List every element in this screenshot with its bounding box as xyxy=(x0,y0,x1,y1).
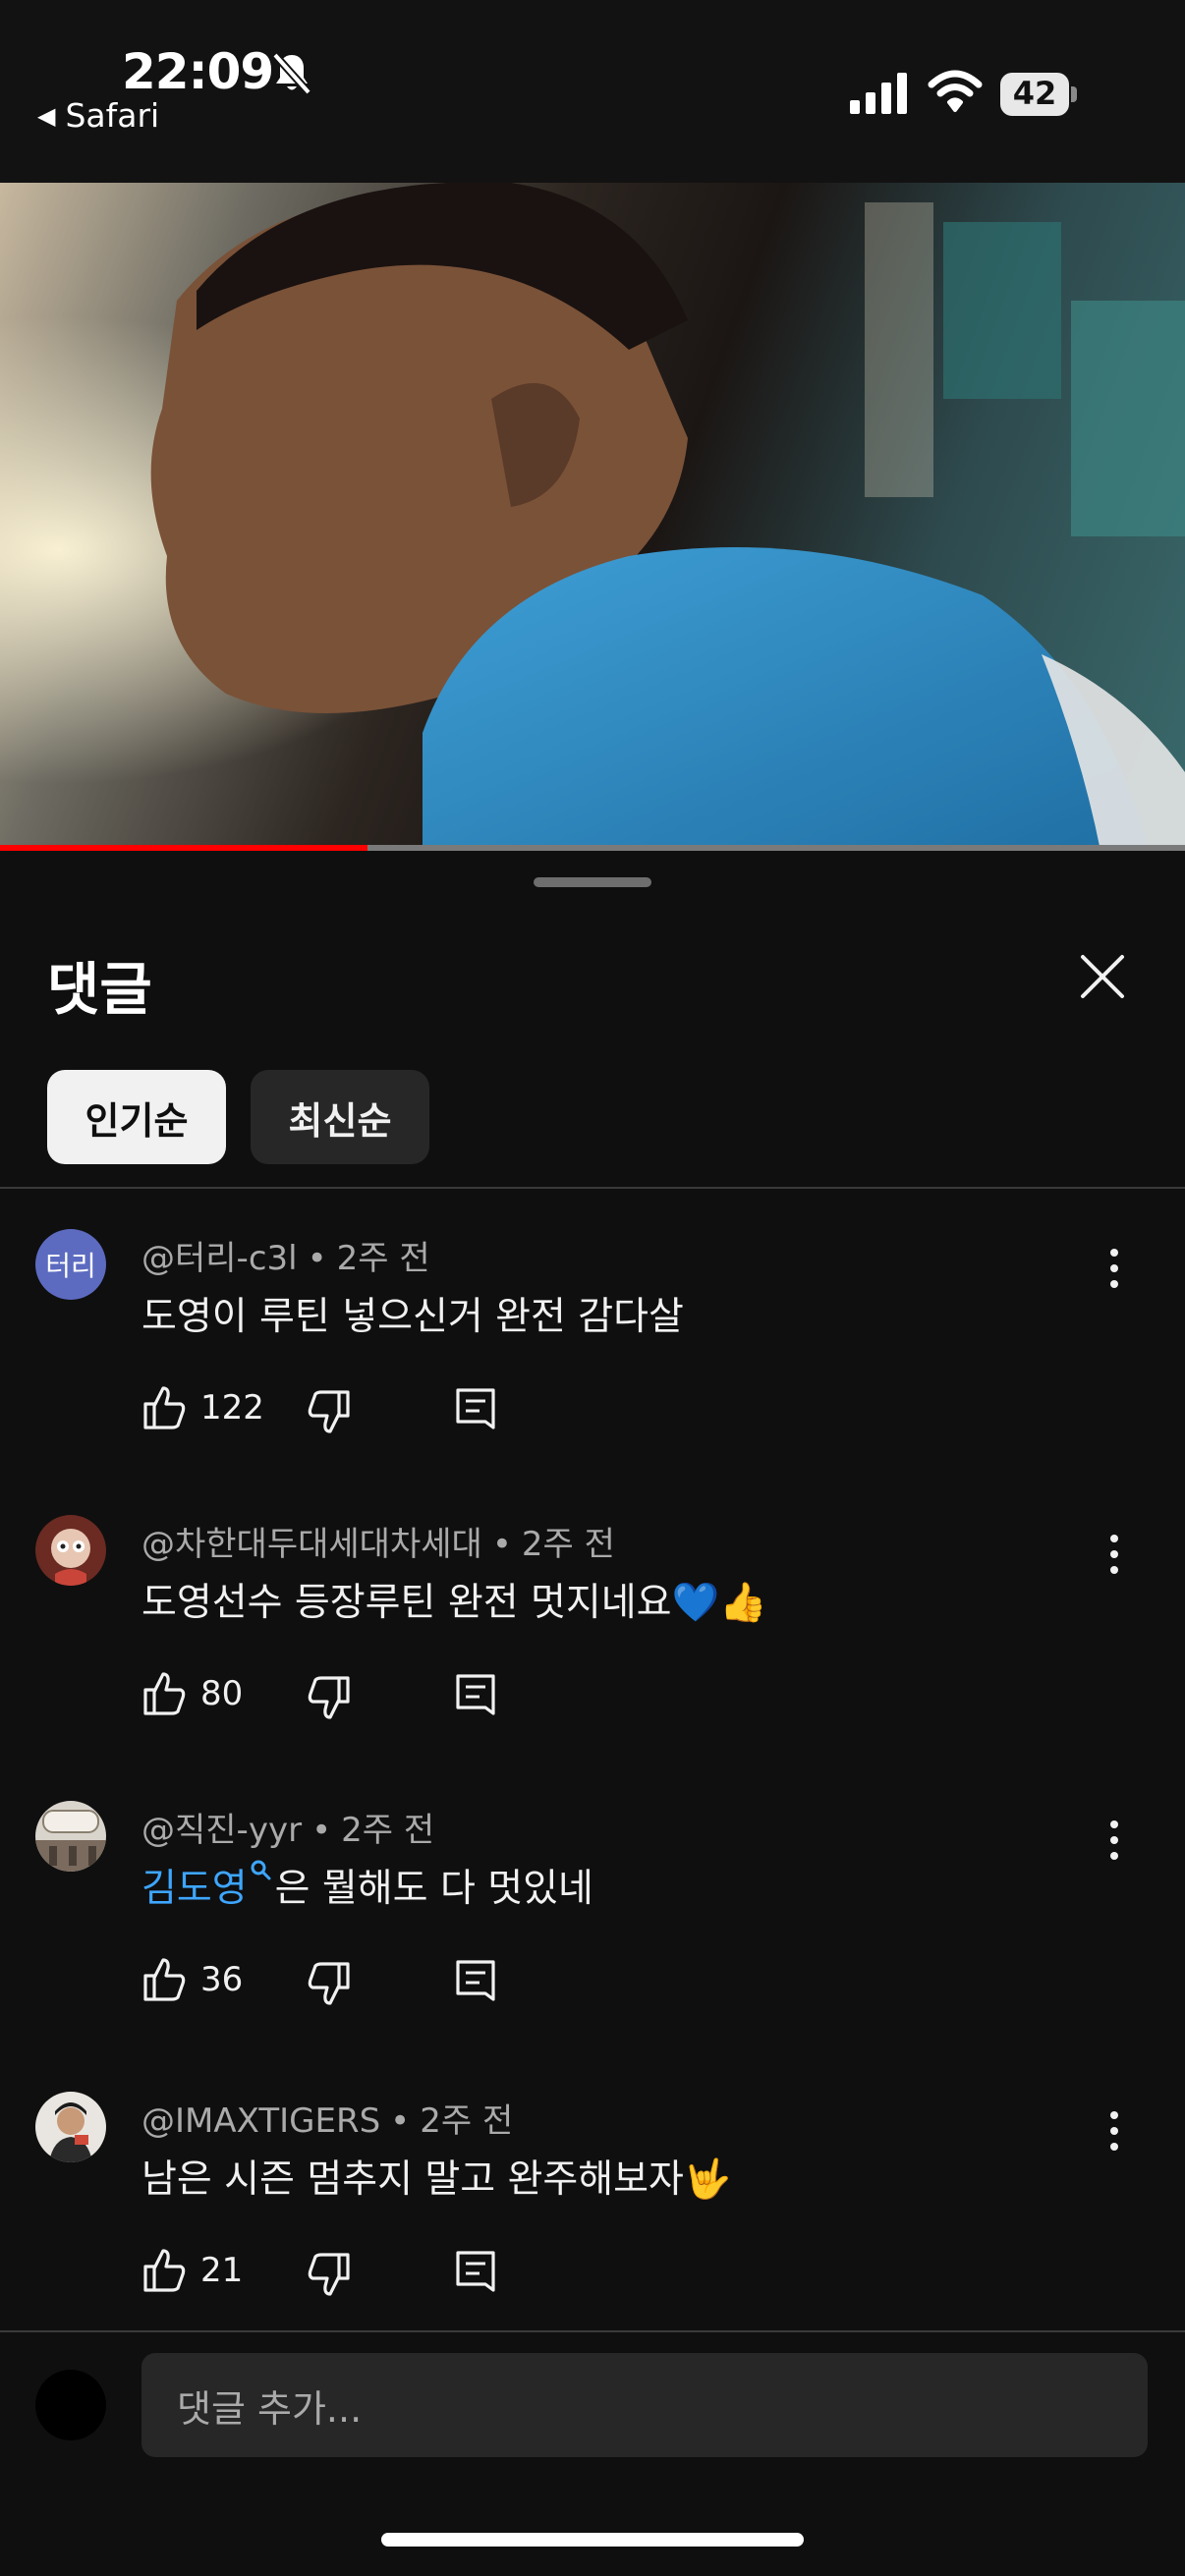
mention-link[interactable]: 김도영 xyxy=(141,1867,248,1911)
sort-tab-popular[interactable]: 인기순 xyxy=(47,1070,226,1164)
more-options-icon[interactable] xyxy=(1104,1245,1124,1292)
divider xyxy=(0,1187,1185,1189)
comment-time: 2주 전 xyxy=(336,1239,430,1278)
like-count: 80 xyxy=(200,1674,244,1713)
comment-time: 2주 전 xyxy=(521,1525,615,1564)
comment-text: 남은 시즌 멈추지 말고 완주해보자🤟 xyxy=(141,2157,732,2202)
comment-author[interactable]: @직진-yyr xyxy=(141,1811,302,1850)
like-count: 122 xyxy=(200,1388,264,1428)
avatar[interactable] xyxy=(35,1515,106,1586)
search-icon[interactable] xyxy=(250,1858,273,1887)
current-user-avatar[interactable] xyxy=(35,2370,106,2440)
dislike-icon[interactable] xyxy=(307,2249,352,2300)
like-count: 21 xyxy=(200,2251,244,2290)
back-triangle-icon: ◀ xyxy=(37,102,56,130)
comment-text: 도영이 루틴 넣으신거 완전 감다살 xyxy=(141,1295,684,1339)
like-icon[interactable] xyxy=(141,1382,187,1433)
avatar[interactable] xyxy=(35,2092,106,2162)
back-app-label: Safari xyxy=(65,96,160,135)
comment-author[interactable]: @터리-c3l xyxy=(141,1239,298,1278)
comment-time: 2주 전 xyxy=(341,1811,435,1850)
bell-slash-icon xyxy=(272,52,311,95)
reply-icon[interactable] xyxy=(454,1670,497,1721)
dislike-icon[interactable] xyxy=(307,1672,352,1723)
battery-icon: 42 xyxy=(1000,73,1079,116)
dislike-icon[interactable] xyxy=(307,1958,352,2009)
comment-text: 도영선수 등장루틴 완전 멋지네요💙👍 xyxy=(141,1581,767,1625)
add-comment-input[interactable]: 댓글 추가... xyxy=(141,2353,1148,2457)
reply-icon[interactable] xyxy=(454,2247,497,2298)
comment-author[interactable]: @차한대두대세대차세대 xyxy=(141,1525,482,1564)
more-options-icon[interactable] xyxy=(1104,1817,1124,1864)
wifi-icon xyxy=(928,70,983,112)
like-count: 36 xyxy=(200,1960,244,1999)
comment-text: 김도영 은 뭘해도 다 멋있네 xyxy=(141,1858,593,1913)
reply-icon[interactable] xyxy=(454,1956,497,2007)
more-options-icon[interactable] xyxy=(1104,2107,1124,2155)
comment-author[interactable]: @IMAXTIGERS xyxy=(141,2101,380,2141)
signal-icon xyxy=(850,73,907,114)
comments-title: 댓글 xyxy=(47,956,152,1023)
like-icon[interactable] xyxy=(141,1954,187,2005)
battery-level: 42 xyxy=(1012,75,1057,112)
comment-meta: @직진-yyr • 2주 전 xyxy=(141,1811,435,1850)
video-frame xyxy=(0,183,1185,851)
comment-item: @IMAXTIGERS • 2주 전 남은 시즌 멈추지 말고 완주해보자🤟 21 xyxy=(0,2066,1185,2326)
close-icon[interactable] xyxy=(1071,945,1134,1008)
sheet-drag-handle[interactable] xyxy=(534,877,651,887)
back-to-app-link[interactable]: ◀ Safari xyxy=(37,96,159,135)
video-player[interactable] xyxy=(0,183,1185,851)
like-icon[interactable] xyxy=(141,2245,187,2296)
status-time: 22:09 xyxy=(122,43,274,100)
home-indicator[interactable] xyxy=(381,2533,804,2547)
comment-meta: @IMAXTIGERS • 2주 전 xyxy=(141,2101,514,2141)
more-options-icon[interactable] xyxy=(1104,1531,1124,1578)
comment-time: 2주 전 xyxy=(420,2101,514,2141)
comment-meta: @차한대두대세대차세대 • 2주 전 xyxy=(141,1525,615,1564)
divider xyxy=(0,2330,1185,2332)
comment-text-body: 은 뭘해도 다 멋있네 xyxy=(274,1867,593,1911)
dislike-icon[interactable] xyxy=(307,1386,352,1437)
comment-item: @차한대두대세대차세대 • 2주 전 도영선수 등장루틴 완전 멋지네요💙👍 80 xyxy=(0,1489,1185,1750)
sort-tab-newest[interactable]: 최신순 xyxy=(251,1070,429,1164)
reply-icon[interactable] xyxy=(454,1384,497,1435)
like-icon[interactable] xyxy=(141,1668,187,1719)
comment-meta: @터리-c3l • 2주 전 xyxy=(141,1239,430,1278)
comment-item: @직진-yyr • 2주 전 김도영 은 뭘해도 다 멋있네 36 xyxy=(0,1775,1185,2036)
comment-item: 터리 @터리-c3l • 2주 전 도영이 루틴 넣으신거 완전 감다살 122 xyxy=(0,1204,1185,1464)
avatar[interactable] xyxy=(35,1801,106,1872)
avatar[interactable]: 터리 xyxy=(35,1229,106,1300)
